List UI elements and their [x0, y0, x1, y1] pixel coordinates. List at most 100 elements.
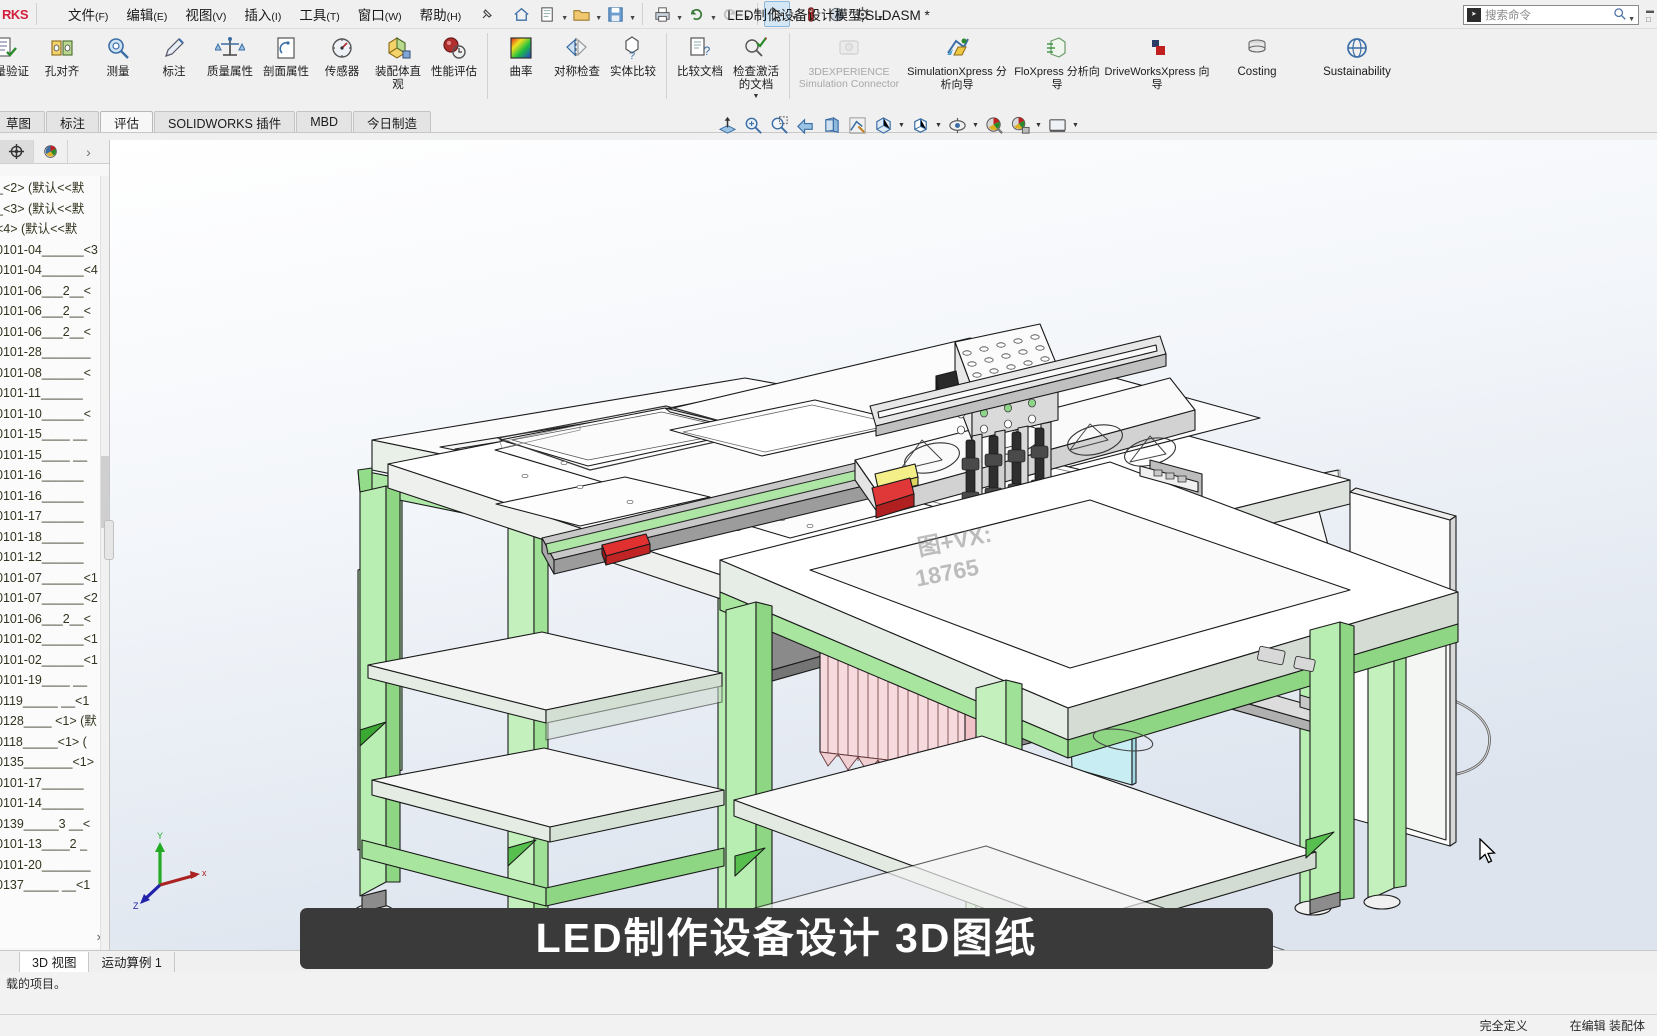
scrollbar-thumb[interactable]: [101, 456, 109, 528]
ribbon-button-simulationxpress[interactable]: SimulationXpress 分析向导: [903, 29, 1011, 107]
feature-tree-item[interactable]: 0139_____3 __<: [0, 814, 109, 835]
print-icon[interactable]: [649, 1, 675, 27]
ribbon-button-symmetry-check[interactable]: 对称检查: [549, 29, 605, 107]
feature-tree-item[interactable]: 0101-06___2__<: [0, 301, 109, 322]
feature-tree-scrollbar[interactable]: [100, 176, 109, 950]
feature-tree-item[interactable]: 0101-28_______: [0, 342, 109, 363]
feature-tree[interactable]: ^ _<2> (默认<<默_<3> (默认<<默 <4> (默认<<默0101-…: [0, 176, 109, 948]
feature-tree-item[interactable]: 0101-08______<: [0, 363, 109, 384]
feature-tree-item[interactable]: 0101-04______<4: [0, 260, 109, 281]
feature-tree-item[interactable]: 0101-13____2 _: [0, 834, 109, 855]
feature-tree-item[interactable]: 0128____ <1> (默: [0, 711, 109, 732]
ribbon-button-sensor[interactable]: 传感器: [314, 29, 370, 107]
display-style-icon[interactable]: [871, 114, 895, 138]
feature-tree-item[interactable]: 0118_____<1> (: [0, 732, 109, 753]
feature-manager-tab[interactable]: [0, 140, 34, 163]
menu-item-help[interactable]: 帮助(H): [411, 1, 471, 27]
feature-tree-item[interactable]: 0101-16______: [0, 465, 109, 486]
search-commands-box[interactable]: ➤ 搜索命令 ▼: [1463, 5, 1639, 25]
feature-tree-item[interactable]: 0137_____ __<1: [0, 875, 109, 896]
menu-item-file[interactable]: 文件(F): [59, 1, 117, 27]
feature-tree-item[interactable]: 0101-17______: [0, 506, 109, 527]
undo-icon[interactable]: [683, 1, 709, 27]
feature-tree-item[interactable]: 0101-16______: [0, 486, 109, 507]
display-pane-icon[interactable]: [1045, 114, 1069, 138]
feature-tree-item[interactable]: 0101-07______<1: [0, 568, 109, 589]
ribbon-button-floxpress[interactable]: FloXpress 分析向导: [1011, 29, 1103, 107]
feature-tree-item[interactable]: 0101-02______<1: [0, 629, 109, 650]
graphics-area[interactable]: 图+VX: 18765 Y x Z: [110, 140, 1657, 950]
feature-tree-item[interactable]: 0119_____ __<1: [0, 691, 109, 712]
search-input[interactable]: 搜索命令: [1485, 7, 1613, 23]
feature-tree-item[interactable]: <4> (默认<<默: [0, 219, 109, 240]
home-icon[interactable]: [508, 1, 534, 27]
ribbon-button-driveworksxpress[interactable]: DriveWorksXpress 向导: [1103, 29, 1211, 107]
feature-tree-item[interactable]: 0101-15____ __: [0, 445, 109, 466]
previous-view-icon[interactable]: [793, 114, 817, 138]
chevron-down-icon[interactable]: ▼: [676, 15, 683, 22]
ribbon-button-curvature[interactable]: 曲率: [493, 29, 549, 107]
ribbon-button-geometry-compare[interactable]: ? 实体比较: [605, 29, 661, 107]
chevron-down-icon[interactable]: ▼: [934, 122, 943, 129]
chevron-down-icon[interactable]: ▼: [791, 15, 798, 22]
feature-tree-item[interactable]: 0101-17______: [0, 773, 109, 794]
redo-icon[interactable]: [717, 1, 743, 27]
hide-show-items-icon[interactable]: [908, 114, 932, 138]
chevron-down-icon[interactable]: ▼: [1628, 16, 1635, 23]
ribbon-button-sustainability[interactable]: Sustainability: [1303, 29, 1411, 107]
window-controls[interactable]: ▬ □: [1643, 0, 1657, 29]
ribbon-button-hole-alignment[interactable]: 孔对齐: [34, 29, 90, 107]
ribbon-button-measure[interactable]: 测量: [90, 29, 146, 107]
tab-sketch[interactable]: 草图: [0, 111, 46, 132]
chevron-down-icon[interactable]: ▼: [710, 15, 717, 22]
feature-tree-item[interactable]: 0101-04______<3: [0, 240, 109, 261]
measure-icon[interactable]: [798, 1, 824, 27]
menu-item-tools[interactable]: 工具(T): [290, 1, 348, 27]
menu-item-edit[interactable]: 编辑(E): [117, 1, 176, 27]
feature-tree-item[interactable]: _<3> (默认<<默: [0, 199, 109, 220]
feature-tree-item[interactable]: 0101-14______: [0, 793, 109, 814]
chevron-down-icon[interactable]: ▼: [1034, 122, 1043, 129]
chevron-down-icon[interactable]: ▼: [595, 15, 602, 22]
ribbon-button-mass-properties[interactable]: 质量属性: [202, 29, 258, 107]
ribbon-button-verify[interactable]: 测量验证: [0, 29, 34, 107]
view-orientation-icon[interactable]: [845, 114, 869, 138]
zoom-in-out-icon[interactable]: [767, 114, 791, 138]
ribbon-button-compare-documents[interactable]: ? 比较文档: [672, 29, 728, 107]
model-3d-view[interactable]: 图+VX: 18765: [110, 140, 1657, 950]
select-icon[interactable]: [763, 1, 790, 27]
chevron-down-icon[interactable]: ▼: [629, 15, 636, 22]
zoom-to-area-icon[interactable]: [741, 114, 765, 138]
feature-tree-item[interactable]: 0101-02______<1: [0, 650, 109, 671]
feature-tree-item[interactable]: _<2> (默认<<默: [0, 178, 109, 199]
ribbon-button-assembly-visualization[interactable]: 装配体直观: [370, 29, 426, 107]
tab-motion-study[interactable]: 运动算例 1: [89, 951, 175, 972]
tab-manufacturing-today[interactable]: 今日制造: [353, 111, 432, 132]
feature-tree-item[interactable]: 0101-06___2__<: [0, 609, 109, 630]
ribbon-button-markup[interactable]: 标注: [146, 29, 202, 107]
feature-tree-item[interactable]: 0101-15____ __: [0, 424, 109, 445]
feature-tree-item[interactable]: 0101-07______<2: [0, 588, 109, 609]
menu-item-window[interactable]: 窗口(W): [349, 1, 411, 27]
ribbon-button-costing[interactable]: Costing: [1211, 29, 1303, 107]
section-view-icon[interactable]: [819, 114, 843, 138]
open-document-icon[interactable]: [568, 1, 594, 27]
tab-stub[interactable]: [0, 951, 20, 972]
chevron-down-icon[interactable]: ▼: [1071, 122, 1080, 129]
zoom-to-fit-icon[interactable]: [715, 114, 739, 138]
chevron-down-icon[interactable]: ▼: [744, 15, 751, 22]
new-document-icon[interactable]: [534, 1, 560, 27]
feature-tree-item[interactable]: 0101-18______: [0, 527, 109, 548]
apply-scene-icon[interactable]: [982, 114, 1006, 138]
ribbon-button-3dexperience-simulation-connector[interactable]: 3DEXPERIENCE Simulation Connector: [795, 29, 903, 107]
edit-appearance-icon[interactable]: [945, 114, 969, 138]
feature-tree-item[interactable]: 0101-12______: [0, 547, 109, 568]
pin-icon[interactable]: [478, 5, 496, 23]
feature-tree-item[interactable]: 0101-10______<: [0, 404, 109, 425]
ribbon-button-section-properties[interactable]: 剖面属性: [258, 29, 314, 107]
chevron-down-icon[interactable]: ▼: [971, 122, 980, 129]
feature-tree-item[interactable]: 0101-11______: [0, 383, 109, 404]
feature-tree-item[interactable]: 0101-06___2__<: [0, 322, 109, 343]
ribbon-button-check-active-document[interactable]: 检查激活的文档 ▼: [728, 29, 784, 107]
ribbon-button-performance-evaluation[interactable]: 性能评估: [426, 29, 482, 107]
